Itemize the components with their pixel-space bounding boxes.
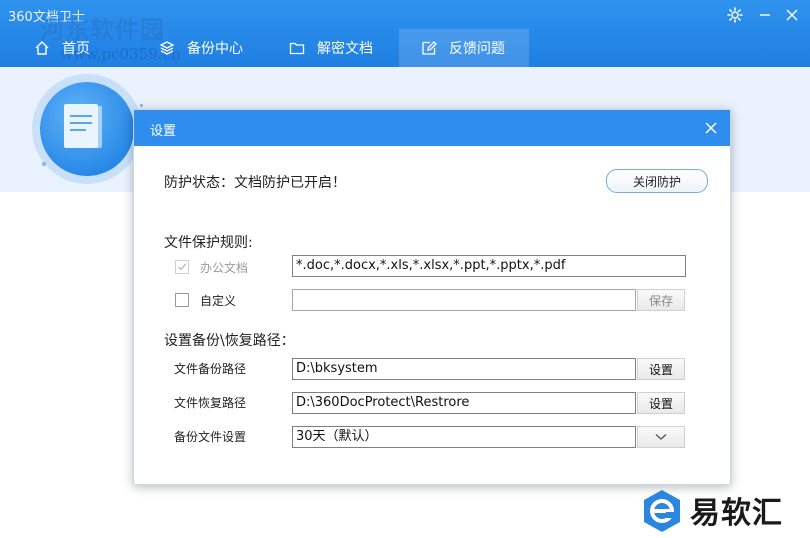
tab-label: 首页 [62,41,90,57]
backup-path-set-button[interactable]: 设置 [637,358,685,380]
settings-dialog: 设置 防护状态：文档防护已开启！ 关闭防护 文件保护规则: 办公文档 *.doc… [133,109,731,485]
tab-label: 反馈问题 [449,41,505,57]
document-shield-icon [40,82,134,176]
brand-logo-icon [644,490,680,532]
restore-path-set-button[interactable]: 设置 [637,392,685,414]
chevron-down-icon[interactable] [637,426,685,448]
folder-icon [289,39,307,57]
office-extensions-field[interactable]: *.doc,*.docx,*.xls,*.xlsx,*.ppt,*.pptx,*… [292,255,686,277]
tab-decrypt-docs[interactable]: 解密文档 [262,29,399,67]
main-nav: 首页 备份中心 解密文档 反馈问题 [0,29,529,67]
backup-path-label: 文件备份路径 [174,362,247,376]
minimize-icon[interactable] [754,4,776,26]
tab-home[interactable]: 首页 [0,29,135,67]
close-protection-button[interactable]: 关闭防护 [606,169,708,193]
app-header: 360文档卫士 河东软件园 www.pc0359.cn 首页 备份中心 解密文档… [0,0,810,67]
gear-icon[interactable] [724,4,746,26]
custom-extensions-input[interactable] [292,289,636,311]
rules-heading: 文件保护规则: [164,235,253,251]
protection-status: 防护状态：文档防护已开启！ [164,175,346,191]
brand-logo-text: 易软汇 [690,496,783,531]
tab-backup-center[interactable]: 备份中心 [135,29,262,67]
backup-retention-select[interactable]: 30天（默认） [292,426,636,448]
restore-path-label: 文件恢复路径 [174,396,247,410]
close-icon[interactable] [781,4,803,26]
paths-heading: 设置备份\恢复路径： [164,333,295,349]
backup-setting-label: 备份文件设置 [174,430,247,444]
tab-label: 备份中心 [187,41,243,57]
close-icon[interactable] [700,117,722,139]
save-button[interactable]: 保存 [637,289,685,311]
home-icon [34,39,52,57]
custom-checkbox[interactable] [175,293,189,307]
tab-feedback[interactable]: 反馈问题 [399,29,529,67]
backup-path-field[interactable]: D:\bksystem [292,358,636,380]
tab-label: 解密文档 [317,41,373,57]
brand-logo: 易软汇 [640,488,810,534]
layers-icon [159,39,177,57]
sparkle-icon [42,162,46,166]
dialog-titlebar[interactable]: 设置 [134,110,730,146]
custom-label: 自定义 [200,294,237,308]
dialog-title: 设置 [150,124,177,139]
office-docs-label: 办公文档 [200,261,249,275]
office-docs-checkbox[interactable] [175,260,189,274]
sparkle-icon [140,104,143,107]
check-icon [178,263,187,271]
restore-path-field[interactable]: D:\360DocProtect\Restrore [292,392,636,414]
edit-icon [421,39,439,57]
